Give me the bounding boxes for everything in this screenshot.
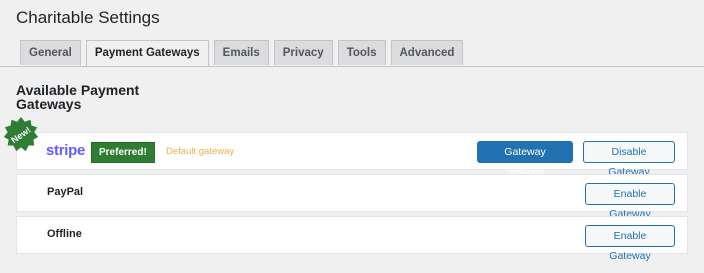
page-title: Charitable Settings xyxy=(16,8,160,27)
gateway-row-paypal: PayPal Enable Gateway xyxy=(16,174,688,220)
gateway-row-offline: Offline Enable Gateway xyxy=(16,216,688,262)
tab-payment-gateways[interactable]: Payment Gateways xyxy=(85,40,209,66)
tab-tools[interactable]: Tools xyxy=(337,40,386,65)
tab-privacy[interactable]: Privacy xyxy=(273,40,333,65)
gateway-row-stripe: stripe Preferred! Default gateway Gatewa… xyxy=(16,132,688,178)
gateway-name-paypal: PayPal xyxy=(47,186,84,198)
enable-offline-button[interactable]: Enable Gateway xyxy=(585,225,675,262)
preferred-badge: Preferred! xyxy=(91,142,155,163)
enable-paypal-button[interactable]: Enable Gateway xyxy=(585,183,675,220)
settings-tabs: General Payment Gateways Emails Privacy … xyxy=(20,40,464,66)
section-title: Available Payment Gateways xyxy=(16,82,140,112)
disable-gateway-button[interactable]: Disable Gateway xyxy=(583,141,675,178)
gateway-name-offline: Offline xyxy=(47,228,82,240)
stripe-logo: stripe xyxy=(46,142,86,159)
tab-advanced[interactable]: Advanced xyxy=(390,40,464,65)
tab-general[interactable]: General xyxy=(20,40,81,65)
tab-divider xyxy=(0,66,704,67)
default-gateway-label: Default gateway xyxy=(166,146,235,157)
tab-emails[interactable]: Emails xyxy=(213,40,269,65)
gateway-settings-button[interactable]: Gateway Settings xyxy=(477,141,573,178)
